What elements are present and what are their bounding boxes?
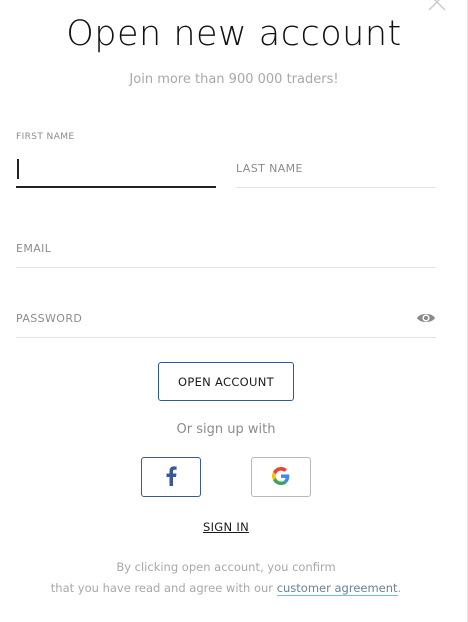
last-name-input[interactable] [236,160,436,180]
terms-line-1: By clicking open account, you confirm [116,560,336,574]
facebook-icon [165,465,177,489]
sign-in-link[interactable]: SIGN IN [203,520,249,534]
close-icon[interactable] [427,0,447,12]
terms-notice: By clicking open account, you confirm th… [0,557,452,599]
email-input[interactable] [16,240,436,260]
first-name-label: FIRST NAME [16,132,75,142]
facebook-signup-button[interactable] [141,457,201,497]
social-signup-prompt: Or sign up with [176,422,276,437]
sign-in-row: SIGN IN [0,519,452,535]
eye-icon[interactable] [416,310,436,326]
dialog-subtitle: Join more than 900 000 traders! [129,72,339,87]
email-field[interactable]: EMAIL [16,240,436,270]
customer-agreement-link[interactable]: customer agreement [276,581,398,596]
google-icon [272,466,290,488]
email-underline [16,267,436,268]
google-signup-button[interactable] [251,457,311,497]
password-input[interactable] [16,310,436,330]
last-name-underline [236,187,436,188]
dialog-title: Open new account [66,14,402,54]
signup-dialog: Open new account Join more than 900 000 … [0,0,468,622]
first-name-underline [16,186,216,188]
last-name-field[interactable]: LAST NAME [236,160,436,190]
password-underline [16,337,436,338]
password-field[interactable]: PASSWORD [16,310,436,340]
terms-line-2-suffix: . [397,581,402,595]
terms-line-2: that you have read and agree with our cu… [0,578,452,599]
open-account-button[interactable]: OPEN ACCOUNT [158,362,294,401]
terms-line-2-prefix: that you have read and agree with our [50,581,277,595]
first-name-input[interactable] [16,159,216,179]
first-name-field[interactable]: FIRST NAME [16,128,216,190]
